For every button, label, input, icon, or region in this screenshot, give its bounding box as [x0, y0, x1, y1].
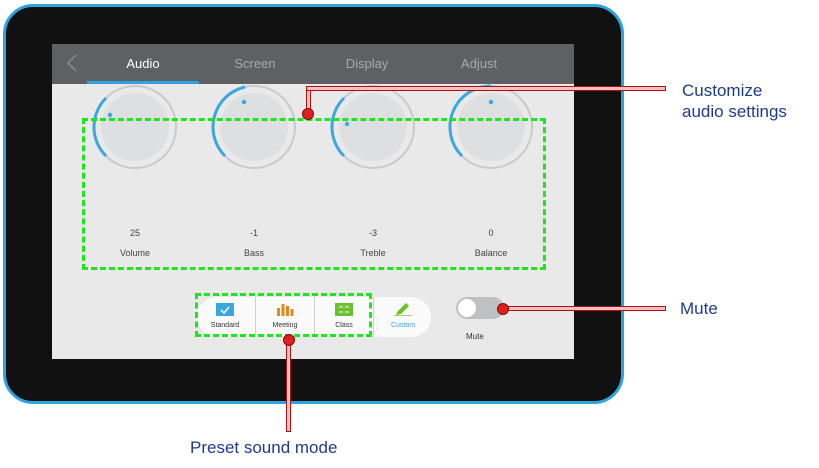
callout-marker: [497, 303, 509, 315]
tab-display[interactable]: Display: [312, 56, 422, 71]
callout-preset-sound-mode: Preset sound mode: [190, 438, 338, 457]
tab-bar: Audio Screen Display Adjust: [52, 44, 574, 84]
callout-mute: Mute: [680, 299, 718, 318]
callout-line: [286, 340, 291, 432]
back-chevron-icon[interactable]: [66, 54, 78, 72]
callout-line: [306, 86, 666, 91]
callout-marker: [302, 108, 314, 120]
audio-settings-highlight: [82, 118, 546, 270]
mute-label: Mute: [466, 332, 484, 341]
callout-line: [508, 306, 666, 311]
tab-adjust[interactable]: Adjust: [424, 56, 534, 71]
toggle-knob: [458, 299, 476, 317]
callout-marker: [283, 334, 295, 346]
preset-mode-highlight: [195, 293, 372, 337]
edit-icon: [394, 303, 412, 316]
tab-audio[interactable]: Audio: [88, 56, 198, 71]
mode-custom[interactable]: Custom: [373, 297, 432, 337]
mode-label: Custom: [390, 322, 416, 329]
tab-screen[interactable]: Screen: [200, 56, 310, 71]
callout-customize-audio: Customize audio settings: [682, 81, 787, 121]
